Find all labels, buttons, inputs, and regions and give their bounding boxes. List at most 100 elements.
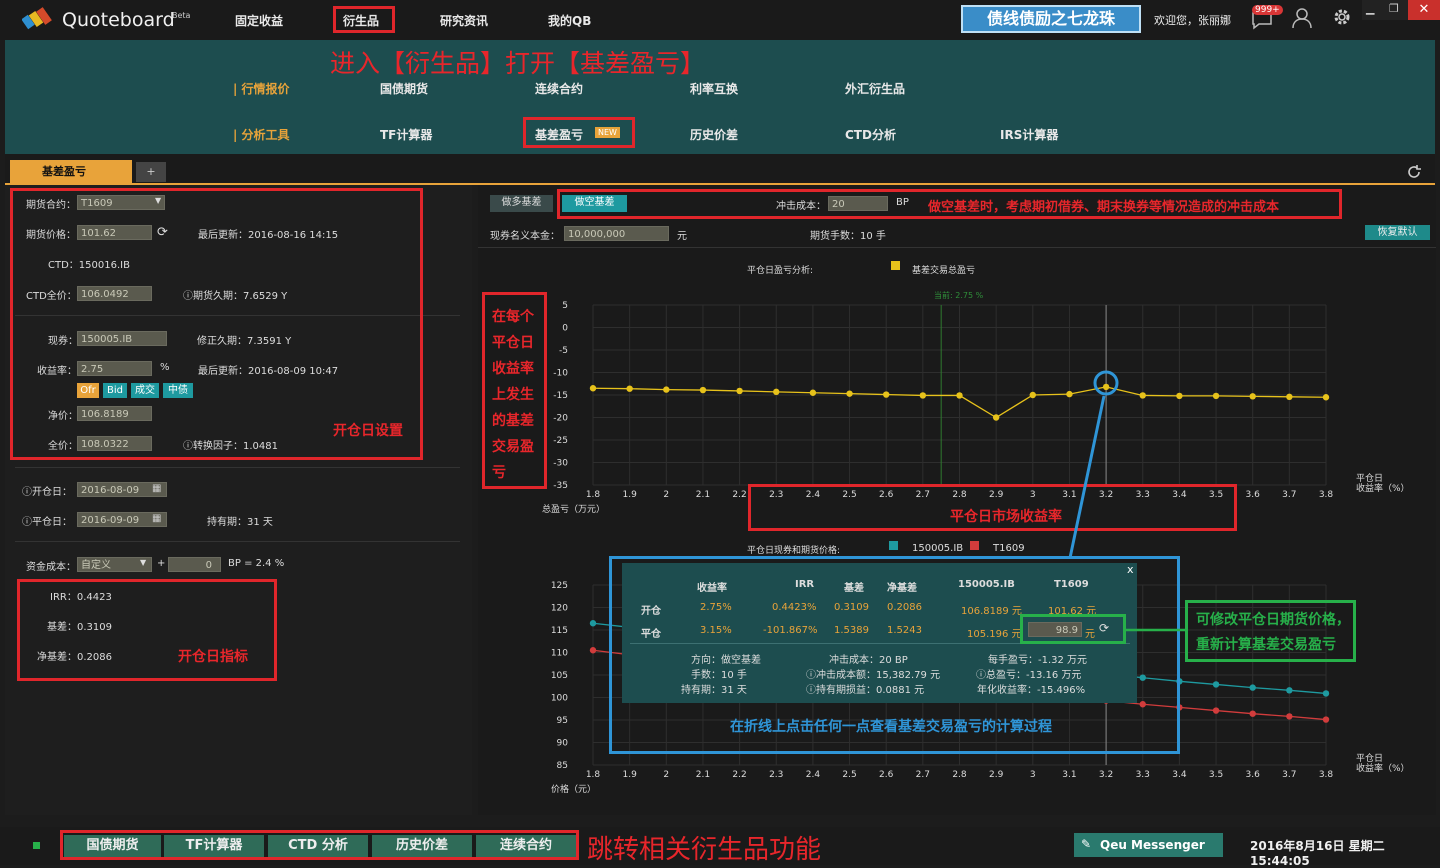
chart2-legend-spot: 150005.IB — [912, 543, 964, 554]
messenger-button[interactable]: Qeu Messenger — [1074, 833, 1223, 857]
fund-rate-text: BP = 2.4 % — [228, 558, 285, 569]
fund-cost-label: 资金成本： — [26, 562, 76, 573]
x-tick-label: 3.7 — [1282, 770, 1296, 780]
data-point — [1176, 392, 1183, 400]
refresh-icon[interactable] — [1405, 163, 1423, 181]
y-tick-label: -30 — [553, 459, 568, 469]
annotation-enter: 进入【衍生品】打开【基差盈亏】 — [330, 49, 706, 78]
y-tick-label: 90 — [557, 739, 569, 749]
reset-default-button[interactable]: 恢复默认 — [1365, 225, 1430, 240]
highlight-derivatives — [333, 6, 395, 33]
data-point — [1322, 690, 1330, 697]
nav-fixed-income[interactable]: 固定收益 — [235, 12, 283, 29]
chart2-legend-swatch-spot — [889, 541, 898, 550]
divider — [15, 467, 460, 468]
data-point — [663, 386, 670, 393]
y-tick-label: 105 — [551, 671, 568, 681]
close-date-label: ⓘ平仓日： — [22, 517, 72, 528]
x-tick-label: 3.6 — [1246, 770, 1261, 780]
app-logo[interactable] — [21, 6, 58, 32]
app-name: Quoteboard — [62, 9, 175, 31]
x-tick-label: 1.8 — [586, 770, 601, 780]
messenger-icon: ✎ — [1081, 837, 1092, 851]
status-indicator — [33, 842, 40, 849]
current-yield-label: 当前: 2.75 % — [934, 291, 984, 300]
x-tick-label: 2.9 — [989, 770, 1004, 780]
y-tick-label: -10 — [553, 369, 568, 379]
y-tick-label: -35 — [553, 481, 568, 491]
x-tick-label: 1.8 — [586, 490, 601, 500]
chart2-legend-fut: T1609 — [993, 543, 1025, 554]
data-point — [956, 392, 963, 399]
annotation-short-cost: 做空基差时，考虑期初借券、期末换券等情况造成的冲击成本 — [928, 200, 1280, 215]
data-point — [1286, 713, 1293, 720]
menu-treasury-futures[interactable]: 国债期货 — [380, 80, 428, 97]
user-icon[interactable] — [1291, 6, 1313, 30]
x-tick-label: 3.1 — [1062, 770, 1076, 780]
settings-gear-icon[interactable] — [1331, 6, 1353, 28]
chart1-legend-label: 基差交易总盈亏 — [912, 266, 976, 276]
menu-tf-calculator[interactable]: TF计算器 — [380, 126, 432, 143]
holding-period: 持有期：31 天 — [207, 517, 273, 528]
data-point — [589, 385, 597, 392]
data-point — [883, 391, 890, 398]
x-tick-label: 2 — [663, 770, 669, 780]
menu-historical-spread[interactable]: 历史价差 — [690, 126, 738, 143]
x-tick-label: 2.7 — [916, 770, 930, 780]
y-tick-label: 110 — [551, 649, 568, 659]
menu-fx-derivatives[interactable]: 外汇衍生品 — [845, 80, 905, 97]
menu-irs[interactable]: 利率互换 — [690, 80, 738, 97]
data-point — [1249, 710, 1256, 717]
x-tick-label: 3.8 — [1319, 490, 1334, 500]
data-point — [809, 389, 817, 396]
fund-bp-input[interactable]: 0 — [168, 557, 221, 572]
plus-sign: + — [157, 558, 166, 569]
data-point — [1286, 393, 1293, 400]
x-tick-label: 2.6 — [879, 770, 894, 780]
y-tick-label: 0 — [562, 324, 568, 334]
x-tick-label: 3.5 — [1209, 770, 1223, 780]
chart1-ylabel: 总盈亏（万元） — [542, 505, 606, 515]
promo-banner[interactable]: 债线债励之七龙珠 — [961, 5, 1141, 33]
data-point — [626, 385, 633, 392]
y-tick-label: -25 — [553, 436, 568, 446]
data-point — [1249, 393, 1256, 400]
nav-my-qb[interactable]: 我的QB — [548, 12, 591, 29]
notional-input[interactable]: 10,000,000 — [564, 226, 669, 241]
minimize-icon[interactable]: ▁ — [1366, 2, 1374, 15]
data-point — [1102, 383, 1110, 391]
data-point — [846, 390, 853, 397]
chart2-title: 平仓日现券和期货价格: — [747, 546, 841, 556]
menu-ctd-analysis[interactable]: CTD分析 — [845, 126, 896, 143]
nav-research[interactable]: 研究资讯 — [440, 12, 488, 29]
x-tick-label: 3.4 — [1172, 770, 1187, 780]
chart2-xlabel: 平仓日 收益率（%） — [1356, 754, 1410, 774]
close-window-icon[interactable]: ✕ — [1408, 0, 1440, 20]
x-tick-label: 2 — [663, 490, 669, 500]
section-quotes: | 行情报价 — [233, 82, 290, 96]
open-date-label: ⓘ开仓日： — [22, 487, 72, 498]
add-tab-button[interactable]: + — [136, 162, 166, 182]
x-tick-label: 2.5 — [842, 770, 856, 780]
x-tick-label: 2.8 — [952, 770, 967, 780]
data-point — [1066, 390, 1073, 398]
y-tick-label: 5 — [562, 301, 568, 311]
chart1-legend-swatch — [891, 261, 900, 270]
data-point — [1212, 707, 1220, 714]
y-tick-label: 120 — [551, 604, 568, 614]
section-tools: | 分析工具 — [233, 128, 290, 142]
notification-badge: 999+ — [1252, 5, 1283, 15]
calendar-icon[interactable]: ▦ — [152, 483, 161, 494]
tab-basis-pnl[interactable]: 基差盈亏 — [10, 160, 132, 184]
data-point — [1322, 716, 1330, 723]
menu-continuous-contract[interactable]: 连续合约 — [535, 80, 583, 97]
welcome-text: 欢迎您，张丽娜 — [1154, 14, 1231, 27]
x-tick-label: 2.3 — [769, 770, 783, 780]
menu-irs-calculator[interactable]: IRS计算器 — [1000, 126, 1058, 143]
restore-icon[interactable]: ❐ — [1389, 2, 1399, 15]
data-point — [736, 387, 743, 395]
long-basis-button[interactable]: 做多基差 — [490, 195, 553, 212]
calendar-icon[interactable]: ▦ — [152, 513, 161, 524]
data-point — [1286, 687, 1293, 694]
data-point — [1249, 684, 1256, 691]
